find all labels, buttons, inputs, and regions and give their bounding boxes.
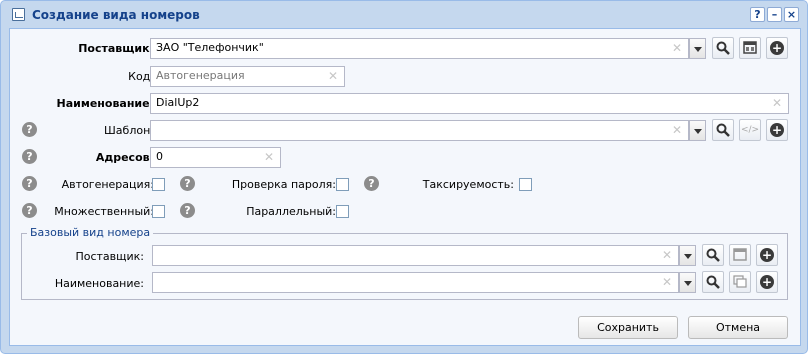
password-help-icon[interactable]: ? (180, 176, 195, 191)
password-check-checkbox[interactable] (336, 178, 349, 191)
base-name-add-icon[interactable]: + (756, 271, 778, 293)
supplier-card-icon[interactable] (739, 37, 761, 59)
clear-icon[interactable]: ✕ (662, 276, 672, 289)
template-combo[interactable]: ✕ (150, 120, 689, 141)
autogen-checkbox[interactable] (152, 178, 165, 191)
multiple-checkbox[interactable] (152, 205, 165, 218)
code-field[interactable]: Автогенерация ✕ (150, 66, 345, 87)
clear-icon[interactable]: ✕ (672, 42, 682, 55)
parallel-help-icon[interactable]: ? (180, 203, 195, 218)
base-name-copy-icon[interactable] (729, 271, 751, 293)
supplier-value: ЗАО "Телефончик" (156, 41, 264, 54)
multiple-label: Множественный: (54, 205, 154, 218)
parallel-label: Параллельный: (246, 205, 336, 218)
clear-icon[interactable]: ✕ (772, 97, 782, 110)
template-dropdown-trigger[interactable] (689, 120, 706, 141)
addresses-help-icon[interactable]: ? (22, 149, 37, 164)
supplier-combo[interactable]: ЗАО "Телефончик" ✕ (150, 38, 689, 59)
form-panel: Поставщик: ЗАО "Телефончик" ✕ + Код: Авт… (9, 28, 801, 346)
supplier-label: Поставщик: (78, 42, 154, 55)
window-title: Создание вида номеров (32, 8, 200, 22)
help-tool-button[interactable]: ? (750, 7, 765, 22)
base-supplier-label: Поставщик: (75, 250, 144, 263)
name-label: Наименование: (56, 97, 155, 110)
base-name-label: Наименование: (54, 277, 144, 290)
clear-icon[interactable]: ✕ (662, 249, 672, 262)
addresses-field[interactable]: 0 ✕ (150, 147, 281, 168)
supplier-dropdown-trigger[interactable] (689, 38, 706, 59)
save-button[interactable]: Сохранить (578, 316, 678, 339)
addresses-value: 0 (156, 150, 163, 163)
base-supplier-dropdown-trigger[interactable] (679, 245, 696, 266)
code-placeholder: Автогенерация (156, 69, 245, 82)
base-name-combo[interactable]: ✕ (152, 272, 679, 293)
tariffable-label: Таксируемость: (422, 178, 514, 191)
supplier-add-icon[interactable]: + (766, 37, 788, 59)
tariffable-help-icon[interactable]: ? (364, 176, 379, 191)
password-check-label: Проверка пароля: (231, 178, 336, 191)
clear-icon[interactable]: ✕ (328, 70, 338, 83)
base-name-dropdown-trigger[interactable] (679, 272, 696, 293)
tariffable-checkbox[interactable] (519, 178, 532, 191)
close-tool-button[interactable]: × (784, 7, 799, 22)
dialog-window: Создание вида номеров ? – × Поставщик: З… (0, 0, 808, 354)
cancel-button[interactable]: Отмена (688, 316, 788, 339)
multiple-help-icon[interactable]: ? (22, 203, 37, 218)
base-supplier-add-icon[interactable]: + (756, 244, 778, 266)
base-type-legend: Базовый вид номера (27, 226, 154, 239)
clear-icon[interactable]: ✕ (264, 151, 274, 164)
window-icon (12, 8, 25, 21)
template-help-icon[interactable]: ? (22, 122, 37, 137)
template-label: Шаблон: (104, 124, 154, 137)
base-supplier-card-icon[interactable] (729, 244, 751, 266)
parallel-checkbox[interactable] (336, 205, 349, 218)
autogen-help-icon[interactable]: ? (22, 176, 37, 191)
autogen-label: Автогенерация: (61, 178, 154, 191)
base-name-search-icon[interactable] (702, 271, 724, 293)
title-bar[interactable]: Создание вида номеров ? – × (5, 4, 803, 25)
template-search-icon[interactable] (712, 119, 734, 141)
addresses-label: Адресов: (95, 151, 154, 164)
minimize-tool-button[interactable]: – (767, 7, 782, 22)
clear-icon[interactable]: ✕ (672, 124, 682, 137)
template-add-icon[interactable]: + (766, 119, 788, 141)
supplier-search-icon[interactable] (712, 37, 734, 59)
base-supplier-search-icon[interactable] (702, 244, 724, 266)
template-code-icon[interactable]: </> (739, 119, 761, 141)
name-field[interactable]: DialUp2 ✕ (150, 93, 789, 114)
name-value: DialUp2 (156, 96, 200, 109)
base-supplier-combo[interactable]: ✕ (152, 245, 679, 266)
